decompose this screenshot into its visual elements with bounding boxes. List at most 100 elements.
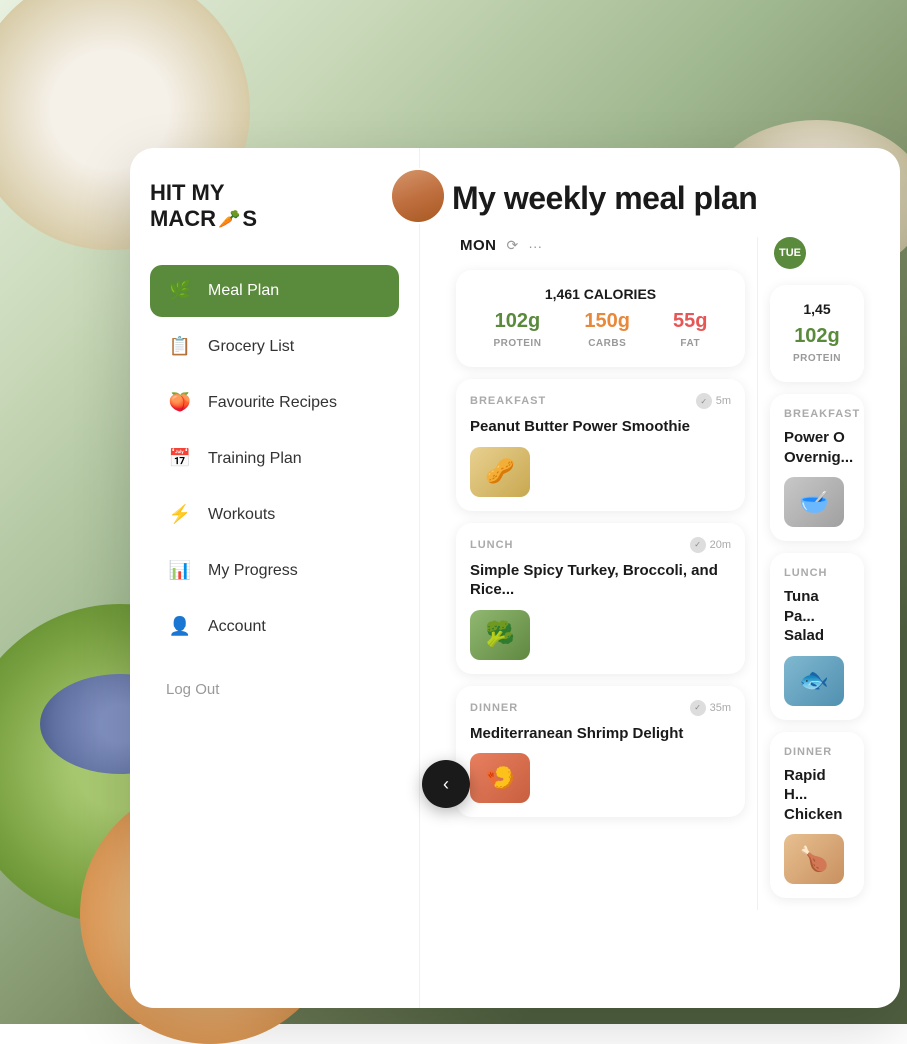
meal-thumb-img-breakfast-mon: 🥜 <box>470 447 530 497</box>
protein-value-mon: 102g <box>493 310 541 333</box>
day-label-tue: TUE <box>779 247 801 259</box>
meal-thumb-img-lunch-tue: 🐟 <box>784 656 844 706</box>
protein-label-mon: PROTEIN <box>493 338 541 349</box>
meal-type-label-lunch-tue: LUNCH <box>784 567 828 579</box>
my-progress-icon: 📊 <box>166 557 194 585</box>
protein-label-tue: PROTEIN <box>793 353 841 364</box>
logo: HIT MY MACR 🥕 S <box>150 180 399 233</box>
time-check-lunch-icon: ✓ <box>690 537 706 553</box>
sidebar-item-workouts[interactable]: ⚡ Workouts <box>150 489 399 541</box>
meal-card-tue-breakfast[interactable]: BREAKFAST Power O Overnig... 🥣 <box>770 394 864 541</box>
logo-line2-text: MACR <box>150 206 216 232</box>
page-title: My weekly meal plan <box>452 180 868 217</box>
meal-thumb-dinner-mon: 🍤 <box>470 753 530 803</box>
sidebar-item-grocery-list[interactable]: 📋 Grocery List <box>150 321 399 373</box>
sidebar-item-my-progress[interactable]: 📊 My Progress <box>150 545 399 597</box>
meal-thumb-breakfast-tue: 🥣 <box>784 477 844 527</box>
macros-row-mon: 102g PROTEIN 150g CARBS 55g FAT <box>472 310 729 351</box>
meal-thumb-img-dinner-tue: 🍗 <box>784 834 844 884</box>
meal-thumb-dinner-tue: 🍗 <box>784 834 844 884</box>
meal-type-row-dinner-mon: DINNER ✓ 35m <box>470 700 731 716</box>
col-separator <box>757 237 758 910</box>
meal-type-row-lunch-tue: LUNCH <box>784 567 850 579</box>
avatar[interactable] <box>390 168 446 224</box>
meal-card-mon-breakfast[interactable]: BREAKFAST ✓ 5m Peanut Butter Power Smoot… <box>456 379 745 511</box>
day-header-mon: MON ⟳ ··· <box>456 237 745 254</box>
meal-thumb-lunch-mon: 🥦 <box>470 610 530 660</box>
meal-card-tue-dinner[interactable]: DINNER Rapid H... Chicken 🍗 <box>770 732 864 899</box>
meal-name-dinner-mon: Mediterranean Shrimp Delight <box>470 724 731 744</box>
sidebar-item-meal-plan[interactable]: 🌿 Meal Plan <box>150 265 399 317</box>
meal-thumb-img-dinner-mon: 🍤 <box>470 753 530 803</box>
day-label-mon: MON <box>460 237 497 254</box>
logo-carrot-icon: 🥕 <box>218 209 240 231</box>
calories-total-mon: 1,461 CALORIES <box>472 286 729 302</box>
meal-name-dinner-tue: Rapid H... Chicken <box>784 766 850 825</box>
meal-name-lunch-tue: Tuna Pa... Salad <box>784 587 850 646</box>
meal-thumb-img-breakfast-tue: 🥣 <box>784 477 844 527</box>
meal-type-label-dinner-tue: DINNER <box>784 746 832 758</box>
logo-line1: HIT MY <box>150 180 257 206</box>
protein-macro-tue: 102g PROTEIN <box>793 325 841 366</box>
fat-value-mon: 55g <box>673 310 707 333</box>
meal-time-breakfast-mon: ✓ 5m <box>696 393 731 409</box>
tue-active-chip: TUE <box>774 237 806 269</box>
fat-macro-mon: 55g FAT <box>673 310 707 351</box>
logout-button[interactable]: Log Out <box>150 669 399 710</box>
carbs-value-mon: 150g <box>584 310 630 333</box>
meal-thumb-breakfast-mon: 🥜 <box>470 447 530 497</box>
meal-time-dinner-mon: ✓ 35m <box>690 700 731 716</box>
avatar-face <box>392 170 444 222</box>
calories-card-mon: 1,461 CALORIES 102g PROTEIN 150g CARBS 5… <box>456 270 745 367</box>
calories-card-tue: 1,45 102g PROTEIN <box>770 285 864 382</box>
carbs-macro-mon: 150g CARBS <box>584 310 630 351</box>
sidebar-item-label-account: Account <box>208 618 266 636</box>
fat-label-mon: FAT <box>680 338 700 349</box>
time-check-icon: ✓ <box>696 393 712 409</box>
meal-name-breakfast-tue: Power O Overnig... <box>784 428 850 467</box>
sidebar-item-training-plan[interactable]: 📅 Training Plan <box>150 433 399 485</box>
carbs-label-mon: CARBS <box>588 338 626 349</box>
meal-thumb-img-lunch-mon: 🥦 <box>470 610 530 660</box>
meal-plan-icon: 🌿 <box>166 277 194 305</box>
protein-macro-mon: 102g PROTEIN <box>493 310 541 351</box>
back-button[interactable]: ‹ <box>422 760 470 808</box>
more-icon-mon[interactable]: ··· <box>528 238 542 254</box>
meal-card-mon-lunch[interactable]: LUNCH ✓ 20m Simple Spicy Turkey, Broccol… <box>456 523 745 674</box>
sidebar-nav: 🌿 Meal Plan 📋 Grocery List 🍑 Favourite R… <box>150 265 399 653</box>
meal-type-row-dinner-tue: DINNER <box>784 746 850 758</box>
time-check-dinner-icon: ✓ <box>690 700 706 716</box>
calories-total-tue: 1,45 <box>786 301 848 317</box>
back-icon: ‹ <box>443 774 449 795</box>
main-header: My weekly meal plan <box>420 148 900 237</box>
protein-value-tue: 102g <box>793 325 841 348</box>
day-column-tue: TUE 1,45 102g PROTEIN BR <box>762 237 872 910</box>
sidebar-item-label-grocery-list: Grocery List <box>208 338 294 356</box>
time-value-dinner: 35m <box>710 702 731 714</box>
logo-line2-suffix: S <box>242 206 257 232</box>
logo-text-block: HIT MY MACR 🥕 S <box>150 180 257 233</box>
meal-type-label-breakfast-tue: BREAKFAST <box>784 408 860 420</box>
time-value: 5m <box>716 395 731 407</box>
sidebar-item-label-training-plan: Training Plan <box>208 450 302 468</box>
day-header-tue: TUE <box>770 237 864 269</box>
meal-time-lunch-mon: ✓ 20m <box>690 537 731 553</box>
sidebar-item-account[interactable]: 👤 Account <box>150 601 399 653</box>
app-card: HIT MY MACR 🥕 S 🌿 Meal Plan 📋 Grocery Li… <box>130 148 900 1008</box>
sidebar-item-label-favourite-recipes: Favourite Recipes <box>208 394 337 412</box>
sidebar-item-favourite-recipes[interactable]: 🍑 Favourite Recipes <box>150 377 399 429</box>
meal-card-tue-lunch[interactable]: LUNCH Tuna Pa... Salad 🐟 <box>770 553 864 720</box>
workouts-icon: ⚡ <box>166 501 194 529</box>
time-value-lunch: 20m <box>710 539 731 551</box>
meal-card-mon-dinner[interactable]: DINNER ✓ 35m Mediterranean Shrimp Deligh… <box>456 686 745 818</box>
sidebar-item-label-meal-plan: Meal Plan <box>208 282 279 300</box>
refresh-icon-mon[interactable]: ⟳ <box>507 237 519 254</box>
grocery-list-icon: 📋 <box>166 333 194 361</box>
macros-row-tue: 102g PROTEIN <box>786 325 848 366</box>
main-content: My weekly meal plan MON ⟳ ··· 1,461 CALO… <box>420 148 900 1008</box>
account-icon: 👤 <box>166 613 194 641</box>
meal-name-lunch-mon: Simple Spicy Turkey, Broccoli, and Rice.… <box>470 561 731 600</box>
meal-type-row-lunch-mon: LUNCH ✓ 20m <box>470 537 731 553</box>
meal-thumb-lunch-tue: 🐟 <box>784 656 844 706</box>
sidebar-item-label-my-progress: My Progress <box>208 562 298 580</box>
